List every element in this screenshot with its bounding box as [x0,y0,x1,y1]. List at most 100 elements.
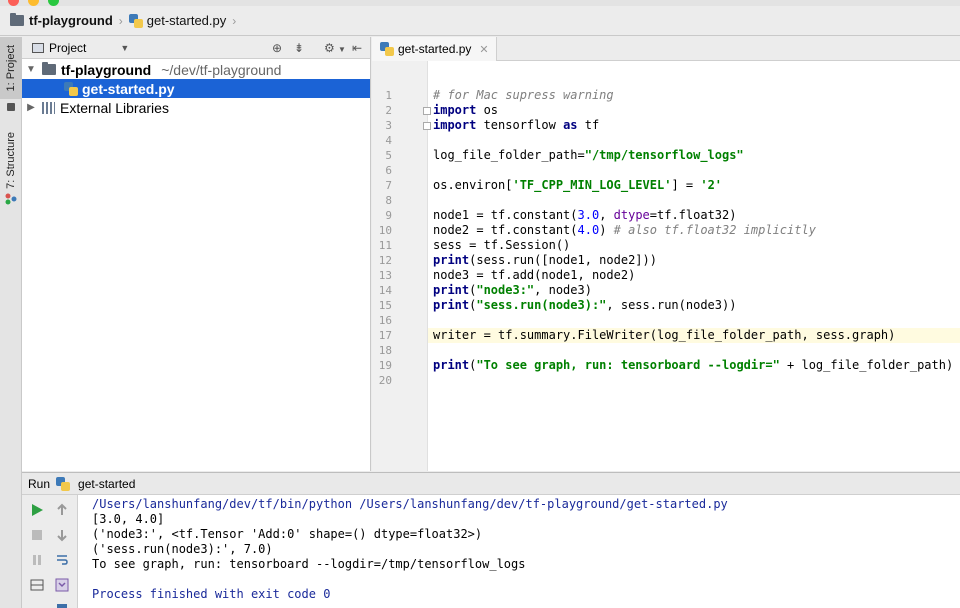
code-line[interactable] [428,313,960,328]
close-tab-icon[interactable]: ✕ [479,43,488,56]
tree-item-root[interactable]: ▼ tf-playground ~/dev/tf-playground [22,60,370,79]
tree-file-label: get-started.py [82,80,175,97]
code-line[interactable]: log_file_folder_path="/tmp/tensorflow_lo… [428,148,960,163]
code-area[interactable]: # for Mac supress warning import os import… [428,61,960,471]
soft-wrap-icon[interactable] [55,553,69,567]
console-line: Process finished with exit code 0 [92,587,331,601]
arrow-down-icon[interactable] [55,528,69,542]
tool-tab-structure-label: 7: Structure [4,131,17,189]
chevron-right-icon: › [118,13,123,28]
line-number[interactable]: 9 [372,208,392,223]
code-line[interactable]: # for Mac supress warning [428,88,960,103]
code-line[interactable]: import os [428,103,960,118]
line-number[interactable]: 6 [372,163,392,178]
run-panel: Run get-started /Users/lanshunfang/dev/t… [22,472,960,608]
code-line[interactable]: sess = tf.Session() [428,238,960,253]
project-view-icon [32,42,44,53]
run-toolbar [22,495,78,608]
print-icon[interactable] [55,601,69,608]
code-line[interactable] [428,133,960,148]
fold-marker-icon[interactable] [423,122,431,130]
line-number[interactable]: 14 [372,283,392,298]
project-panel-title[interactable]: Project [49,41,86,55]
code-line[interactable]: print("To see graph, run: tensorboard --… [428,358,960,373]
library-icon [42,101,55,114]
tree-item-external-libraries[interactable]: ▶ External Libraries [22,98,370,117]
structure-icon [5,193,17,205]
line-number[interactable]: 8 [372,193,392,208]
editor-tabs: get-started.py ✕ [372,37,960,61]
line-number[interactable]: 2 [372,103,392,118]
editor-tab-get-started[interactable]: get-started.py ✕ [372,37,497,61]
code-line[interactable]: writer = tf.summary.FileWriter(log_file_… [428,328,960,343]
project-panel-toolbar: Project ▼ ⊕ ⇟ ⚙ ▼ ⇤ [22,37,370,59]
tree-item-get-started[interactable]: get-started.py [22,79,370,98]
code-line[interactable] [428,163,960,178]
line-number[interactable]: 20 [372,373,392,388]
breadcrumb-file[interactable]: get-started.py [147,13,227,28]
collapse-all-icon[interactable]: ⇟ [294,41,304,55]
python-file-icon [128,13,143,28]
line-number[interactable]: 3 [372,118,392,133]
code-line[interactable] [428,193,960,208]
tool-tab-structure[interactable]: 7: Structure [0,125,21,195]
scroll-from-source-icon[interactable]: ⊕ [272,41,282,55]
code-line[interactable] [428,343,960,358]
line-number[interactable]: 12 [372,253,392,268]
breadcrumb-project[interactable]: tf-playground [29,13,113,28]
gear-icon[interactable]: ⚙ [324,41,335,55]
console-line: /Users/lanshunfang/dev/tf/bin/python /Us… [92,497,728,511]
code-line[interactable]: print("node3:", node3) [428,283,960,298]
navigation-bar: tf-playground › get-started.py › [0,6,960,36]
python-run-config-icon [56,476,71,491]
python-file-icon [64,81,78,96]
run-config-name[interactable]: get-started [78,477,135,491]
line-number[interactable]: 4 [372,133,392,148]
code-line[interactable]: node1 = tf.constant(3.0, dtype=tf.float3… [428,208,960,223]
code-line[interactable]: import tensorflow as tf [428,118,960,133]
pause-icon[interactable] [30,553,44,567]
line-number[interactable]: 10 [372,223,392,238]
line-number[interactable]: 18 [372,343,392,358]
stop-icon[interactable] [30,528,44,542]
line-number[interactable]: 5 [372,148,392,163]
tool-window-strip: 1: Project 7: Structure [0,37,22,608]
tool-tab-project[interactable]: 1: Project [0,37,21,99]
run-panel-header: Run get-started [22,473,960,495]
chevron-right-icon[interactable]: ▶ [24,102,38,113]
console-line: [3.0, 4.0] [92,512,165,526]
arrow-up-icon[interactable] [55,503,69,517]
line-number[interactable]: 15 [372,298,392,313]
chevron-down-icon[interactable]: ▼ [24,64,38,75]
project-panel: Project ▼ ⊕ ⇟ ⚙ ▼ ⇤ ▼ tf-playground ~/de… [22,37,371,471]
rerun-icon[interactable] [30,503,44,517]
chevron-right-icon: › [232,13,237,28]
layout-icon[interactable] [30,578,44,592]
hide-panel-icon[interactable]: ⇤ [352,41,362,55]
tree-root-label: tf-playground [61,61,152,78]
line-number[interactable]: 17 [372,328,392,343]
line-number[interactable]: 19 [372,358,392,373]
code-line[interactable]: os.environ['TF_CPP_MIN_LOG_LEVEL'] = '2' [428,178,960,193]
line-number[interactable]: 11 [372,238,392,253]
chevron-down-icon[interactable]: ▼ [120,43,129,53]
code-line[interactable]: print(sess.run([node1, node2])) [428,253,960,268]
line-number[interactable]: 16 [372,313,392,328]
line-number[interactable]: 13 [372,268,392,283]
editor-tab-label: get-started.py [398,42,472,56]
gear-dropdown-icon[interactable]: ▼ [338,43,346,57]
code-line[interactable]: print("sess.run(node3):", sess.run(node3… [428,298,960,313]
run-console-output[interactable]: /Users/lanshunfang/dev/tf/bin/python /Us… [92,497,952,602]
folder-icon [42,62,56,75]
line-number[interactable]: 7 [372,178,392,193]
tree-root-path: ~/dev/tf-playground [161,61,282,78]
code-line[interactable]: node2 = tf.constant(4.0) # also tf.float… [428,223,960,238]
line-number[interactable]: 1 [372,88,392,103]
project-square-icon [7,103,15,111]
code-line[interactable] [428,373,960,388]
fold-marker-icon[interactable] [423,107,431,115]
code-line[interactable]: node3 = tf.add(node1, node2) [428,268,960,283]
scroll-to-end-icon[interactable] [55,578,69,592]
tool-tab-project-label: 1: Project [4,44,17,92]
